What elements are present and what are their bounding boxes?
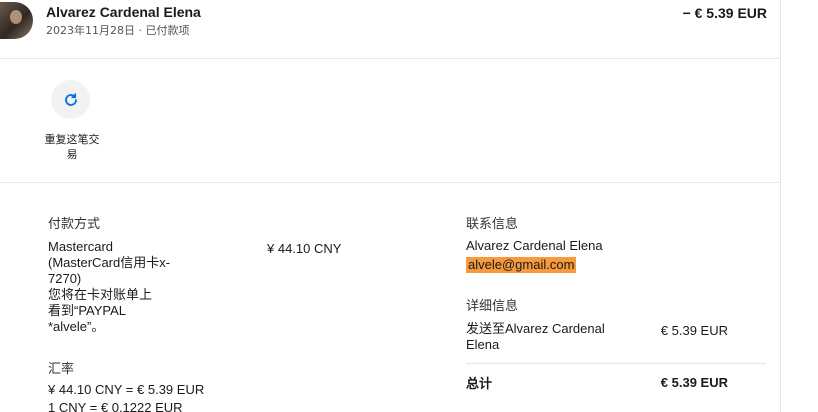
avatar	[0, 2, 33, 39]
total-label: 总计	[466, 377, 493, 392]
transaction-date-status: 2023年11月28日 · 已付款项	[46, 24, 190, 37]
transaction-amount: − € 5.39 EUR	[682, 5, 767, 21]
contact-email[interactable]: alvele@gmail.com	[466, 257, 577, 273]
exchange-rate-title: 汇率	[48, 362, 75, 377]
divider	[466, 363, 766, 364]
payment-method-description: Mastercard (MasterCard信用卡x- 7270) 您将在卡对账…	[48, 239, 198, 335]
payment-line: 看到“PAYPAL	[48, 303, 127, 318]
details-title: 详细信息	[466, 299, 519, 314]
transaction-details-panel: Alvarez Cardenal Elena 2023年11月28日 · 已付款…	[0, 0, 781, 412]
payment-line: 您将在卡对账单上	[48, 287, 153, 302]
counterparty-name: Alvarez Cardenal Elena	[46, 4, 201, 20]
actions-section: 重复这笔交易	[0, 60, 781, 183]
repeat-transaction-label[interactable]: 重复这笔交易	[40, 132, 104, 162]
contact-name: Alvarez Cardenal Elena	[466, 238, 603, 253]
payment-line: Mastercard	[48, 239, 114, 254]
total-amount: € 5.39 EUR	[660, 375, 728, 390]
sent-amount: € 5.39 EUR	[660, 323, 728, 338]
payment-method-title: 付款方式	[48, 217, 101, 232]
sent-to-label: 发送至Alvarez Cardenal Elena	[466, 321, 605, 352]
exchange-rate-unit: 1 CNY = € 0.1222 EUR	[48, 400, 183, 412]
payment-amount: ¥ 44.10 CNY	[267, 241, 342, 256]
repeat-transaction-button[interactable]	[51, 80, 90, 119]
payment-line: (MasterCard信用卡x-	[48, 255, 171, 270]
refresh-icon	[64, 92, 77, 106]
exchange-rate-line: ¥ 44.10 CNY = € 5.39 EUR	[48, 382, 205, 397]
payment-line: 7270)	[48, 271, 82, 286]
transaction-header: Alvarez Cardenal Elena 2023年11月28日 · 已付款…	[0, 0, 781, 59]
contact-info-title: 联系信息	[466, 217, 519, 232]
payment-line: *alvele”。	[48, 319, 105, 334]
